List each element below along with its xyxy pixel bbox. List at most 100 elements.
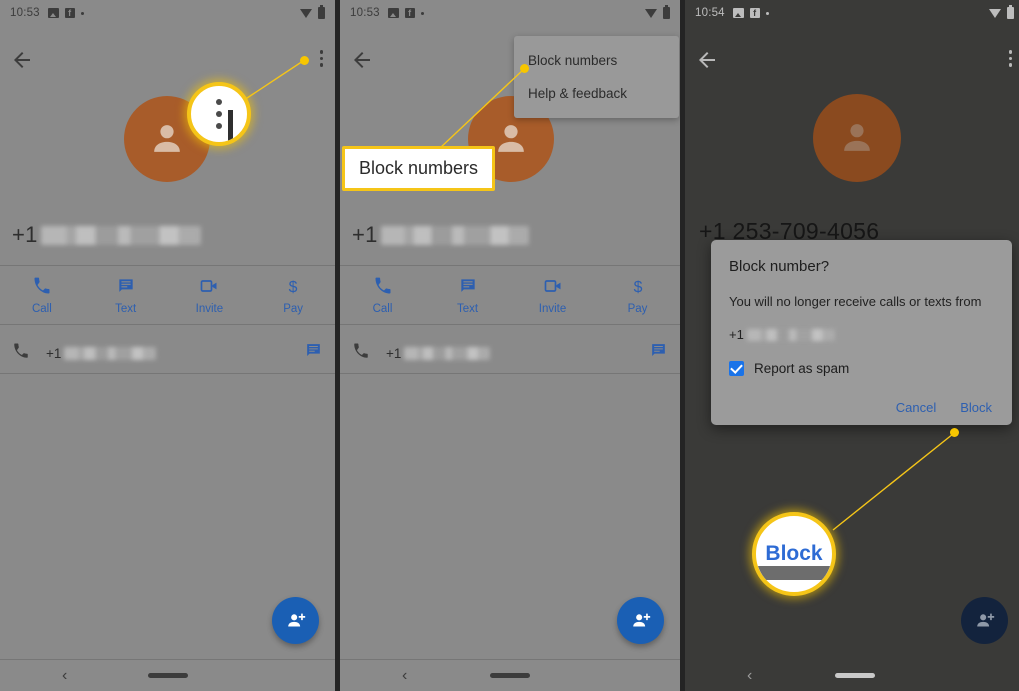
add-person-fab[interactable] — [272, 597, 319, 644]
battery-icon — [318, 5, 325, 19]
call-history-row[interactable]: +1 — [0, 333, 335, 373]
highlight-dot-block-numbers — [520, 64, 529, 73]
home-pill-icon[interactable] — [147, 673, 188, 678]
dot-icon — [765, 11, 769, 15]
add-person-fab[interactable] — [617, 597, 664, 644]
nav-back-icon[interactable]: ‹ — [747, 667, 752, 685]
redacted-number — [64, 346, 157, 360]
nav-back-icon[interactable]: ‹ — [402, 667, 407, 685]
menu-item-help-feedback[interactable]: Help & feedback — [514, 77, 679, 110]
overflow-dropdown-menu: Block numbers Help & feedback — [514, 36, 679, 118]
overflow-menu-icon[interactable] — [1008, 50, 1012, 67]
action-text[interactable]: Text — [425, 276, 510, 315]
back-arrow-icon[interactable] — [695, 48, 719, 72]
highlight-dot-overflow — [300, 56, 309, 65]
overflow-menu-icon — [216, 99, 222, 129]
screenshot-stage: 10:53 f +1 Call Text Invite $ Pay +1 ‹ 1… — [0, 0, 1019, 691]
dialog-title: Block number? — [729, 258, 830, 275]
action-label: Pay — [283, 302, 304, 315]
phone-panel-3: 10:54 f +1 253-709-4056 ‹ Block number? … — [685, 0, 1019, 691]
history-number: +1 — [386, 346, 491, 361]
call-history-row[interactable]: +1 — [340, 333, 680, 373]
message-icon[interactable] — [304, 341, 323, 365]
action-pay[interactable]: $ Pay — [595, 276, 680, 315]
action-row: Call Text Invite $ Pay — [0, 266, 335, 324]
checkbox-label: Report as spam — [754, 361, 850, 377]
contact-number-headline: +1 — [352, 222, 529, 248]
image-icon — [387, 8, 399, 18]
magnifier-block-button: Block — [752, 512, 836, 596]
redacted-number — [404, 346, 491, 360]
phone-panel-2: 10:53 f +1 Call Text Invite $ Pay +1 ‹ B… — [340, 0, 680, 691]
wifi-icon — [989, 8, 1001, 18]
cancel-button[interactable]: Cancel — [896, 400, 936, 415]
block-number-dialog: Block number? You will no longer receive… — [711, 240, 1012, 426]
message-icon[interactable] — [649, 341, 668, 365]
action-call[interactable]: Call — [0, 276, 84, 315]
history-number: +1 — [46, 346, 157, 361]
status-time: 10:53 — [350, 7, 380, 19]
app-bar — [685, 44, 1019, 82]
action-label: Text — [115, 302, 137, 315]
action-call[interactable]: Call — [340, 276, 425, 315]
dialog-actions: Cancel Block — [729, 400, 994, 415]
wifi-icon — [300, 8, 312, 18]
action-invite[interactable]: Invite — [168, 276, 252, 315]
action-pay[interactable]: $ Pay — [251, 276, 335, 315]
magnifier-overflow-menu — [187, 82, 251, 146]
redacted-number — [380, 225, 529, 245]
divider — [0, 373, 335, 374]
status-bar: 10:53 f — [340, 0, 680, 26]
avatar — [813, 94, 901, 182]
overflow-menu-icon[interactable] — [319, 50, 323, 67]
redacted-number — [746, 328, 835, 341]
facebook-icon: f — [749, 8, 760, 18]
status-bar: 10:54 f — [685, 0, 1019, 26]
action-label: Pay — [627, 302, 648, 315]
dot-icon — [420, 11, 424, 15]
action-label: Text — [456, 302, 479, 315]
menu-item-block-numbers[interactable]: Block numbers — [514, 44, 679, 77]
phone-icon — [352, 342, 372, 365]
home-pill-icon[interactable] — [834, 673, 875, 678]
wifi-icon — [645, 8, 657, 18]
action-label: Call — [31, 302, 52, 315]
app-bar — [0, 44, 335, 82]
checkbox-icon[interactable] — [729, 361, 744, 377]
nav-bar: ‹ — [0, 660, 335, 691]
magnifier-label: Block — [765, 542, 823, 565]
dialog-number: +1 — [729, 327, 994, 342]
magnifier-edge-sliver — [228, 110, 233, 142]
nav-back-icon[interactable]: ‹ — [62, 667, 67, 685]
image-icon — [732, 8, 744, 18]
block-button[interactable]: Block — [960, 400, 992, 415]
report-as-spam-checkbox[interactable]: Report as spam — [729, 361, 994, 377]
contact-number-headline: +1 — [12, 222, 201, 248]
status-time: 10:53 — [10, 7, 40, 19]
action-invite[interactable]: Invite — [510, 276, 595, 315]
divider — [340, 324, 680, 325]
phone-icon — [12, 342, 32, 365]
dot-icon — [80, 11, 84, 15]
divider — [340, 373, 680, 374]
add-person-fab[interactable] — [961, 597, 1008, 644]
battery-icon — [663, 5, 670, 19]
redacted-number — [40, 225, 201, 245]
highlight-dot-block — [950, 428, 959, 437]
callout-block-numbers: Block numbers — [342, 146, 496, 191]
status-bar: 10:53 f — [0, 0, 335, 26]
action-text[interactable]: Text — [84, 276, 168, 315]
magnifier-edge-band — [756, 566, 832, 580]
home-pill-icon[interactable] — [490, 673, 530, 678]
image-icon — [47, 8, 59, 18]
back-arrow-icon[interactable] — [10, 48, 34, 72]
action-label: Invite — [538, 302, 567, 315]
svg-text:$: $ — [289, 278, 298, 295]
facebook-icon: f — [404, 8, 415, 18]
divider — [0, 324, 335, 325]
action-label: Call — [372, 302, 393, 315]
action-label: Invite — [195, 302, 224, 315]
svg-text:$: $ — [633, 278, 642, 295]
back-arrow-icon[interactable] — [350, 48, 374, 72]
nav-bar: ‹ — [685, 660, 1019, 691]
